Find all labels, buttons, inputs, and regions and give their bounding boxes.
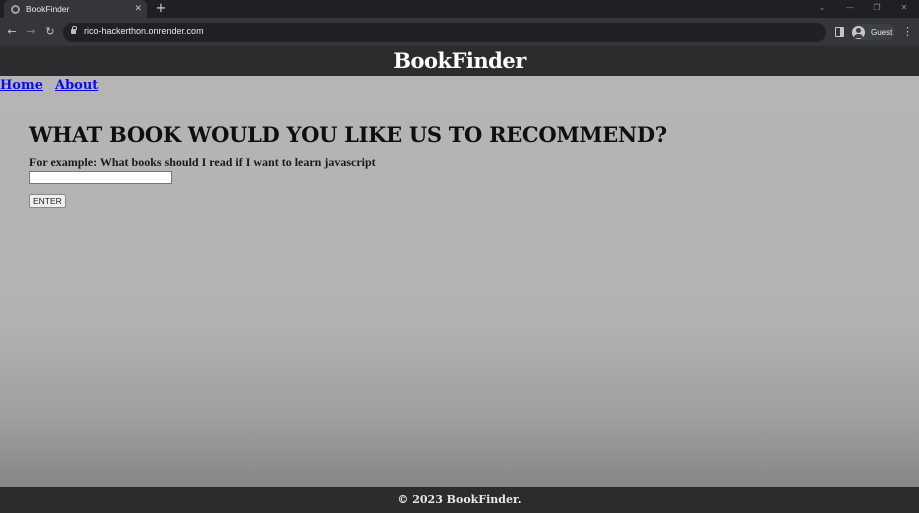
side-panel-icon[interactable] [835, 27, 844, 37]
back-icon[interactable]: ← [4, 24, 20, 40]
tab-search-icon[interactable]: ⌄ [811, 0, 833, 18]
new-tab-button[interactable]: + [153, 0, 169, 18]
site-footer: © 2023 BookFinder. [0, 487, 919, 513]
nav-link-home[interactable]: Home [0, 78, 43, 93]
close-tab-icon[interactable]: ✕ [134, 4, 142, 14]
browser-toolbar: ← → ↻ rico-hackerthon.onrender.com Guest… [0, 18, 919, 46]
lock-icon[interactable] [71, 25, 77, 34]
web-page: BookFinder Home About WHAT BOOK WOULD YO… [0, 46, 919, 513]
nav-link-about[interactable]: About [55, 78, 98, 93]
address-bar[interactable]: rico-hackerthon.onrender.com [63, 23, 826, 42]
example-label: For example: What books should I read if… [29, 155, 376, 169]
enter-button[interactable]: ENTER [29, 194, 66, 208]
more-menu-icon[interactable]: ⋮ [902, 23, 913, 41]
minimize-icon[interactable]: — [839, 0, 861, 18]
browser-tabstrip: BookFinder ✕ + ⌄ — ❐ ✕ [0, 0, 919, 18]
page-heading: WHAT BOOK WOULD YOU LIKE US TO RECOMMEND… [29, 122, 667, 147]
reload-icon[interactable]: ↻ [42, 24, 58, 40]
window-close-icon[interactable]: ✕ [893, 0, 915, 18]
site-title: BookFinder [393, 48, 526, 73]
url-text[interactable]: rico-hackerthon.onrender.com [84, 26, 204, 36]
footer-text: © 2023 BookFinder. [397, 493, 522, 506]
profile-button[interactable]: Guest [851, 24, 895, 40]
book-query-input[interactable] [29, 171, 172, 184]
browser-tab[interactable]: BookFinder ✕ [4, 0, 147, 18]
main-content: WHAT BOOK WOULD YOU LIKE US TO RECOMMEND… [29, 122, 889, 208]
forward-icon[interactable]: → [23, 24, 39, 40]
globe-icon [11, 4, 20, 14]
avatar-icon [852, 25, 865, 39]
site-nav: Home About [0, 76, 106, 94]
restore-icon[interactable]: ❐ [866, 0, 888, 18]
site-header: BookFinder [0, 46, 919, 76]
tab-title: BookFinder [26, 4, 70, 14]
profile-label: Guest [871, 27, 893, 37]
